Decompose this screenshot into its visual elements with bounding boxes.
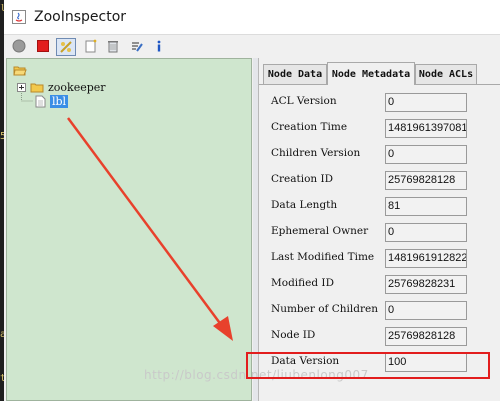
disconnect-icon[interactable] [34,38,52,54]
field-label: Node ID [271,329,316,341]
field-value[interactable]: 0 [385,145,467,164]
field-node-id: Node ID 25769828128 [259,324,500,350]
tab-node-metadata[interactable]: Node Metadata [327,62,415,85]
field-number-of-children: Number of Children 0 [259,298,500,324]
field-creation-time: Creation Time 1481961397081 [259,116,500,142]
field-label: Data Length [271,199,338,211]
connect-icon[interactable] [10,38,28,54]
field-value[interactable]: 0 [385,223,467,242]
field-value[interactable]: 1481961912822 [385,249,467,268]
field-last-modified-time: Last Modified Time 1481961912822 [259,246,500,272]
field-value[interactable]: 1481961397081 [385,119,467,138]
tab-node-data[interactable]: Node Data [263,64,327,84]
field-data-length: Data Length 81 [259,194,500,220]
zooinspector-window: ZooInspector zookeeper lbl Node Data Nod… [4,0,500,401]
field-acl-version: ACL Version 0 [259,90,500,116]
tree-node-lbl[interactable]: lbl [35,95,69,108]
window-title: ZooInspector [34,9,127,25]
field-value[interactable]: 25769828128 [385,327,467,346]
tab-strip: Node Data Node Metadata Node ACLs [259,62,500,85]
field-label: Children Version [271,147,361,159]
tree-node-label: lbl [50,95,69,108]
field-ephemeral-owner: Ephemeral Owner 0 [259,220,500,246]
field-children-version: Children Version 0 [259,142,500,168]
field-label: Number of Children [271,303,378,315]
field-value[interactable]: 81 [385,197,467,216]
delete-node-icon[interactable] [104,38,122,54]
field-label: Creation Time [271,121,348,133]
field-label: Last Modified Time [271,251,375,263]
node-tree-panel: zookeeper lbl [6,58,252,401]
field-label: Creation ID [271,173,334,185]
tree-node-label: zookeeper [48,81,106,94]
add-node-icon[interactable] [82,38,100,54]
toolbar [4,35,500,57]
annotation-highlight-box [246,352,490,379]
field-modified-id: Modified ID 25769828231 [259,272,500,298]
field-value[interactable]: 0 [385,301,467,320]
field-label: Ephemeral Owner [271,225,369,237]
field-value[interactable]: 0 [385,93,467,112]
node-details-panel: Node Data Node Metadata Node ACLs ACL Ve… [258,58,500,401]
field-value[interactable]: 25769828231 [385,275,467,294]
java-app-icon [12,10,26,24]
info-icon[interactable] [150,38,168,54]
field-value[interactable]: 25769828128 [385,171,467,190]
edit-icon[interactable] [128,38,146,54]
tab-node-acls[interactable]: Node ACLs [415,64,477,84]
field-creation-id: Creation ID 25769828128 [259,168,500,194]
folder-open-icon [13,66,27,76]
refresh-icon[interactable] [56,38,76,56]
file-icon [35,95,46,108]
title-bar: ZooInspector [4,0,500,35]
field-label: ACL Version [271,95,337,107]
field-label: Modified ID [271,277,334,289]
tree-root[interactable] [13,65,27,76]
tree-connector [21,89,33,102]
